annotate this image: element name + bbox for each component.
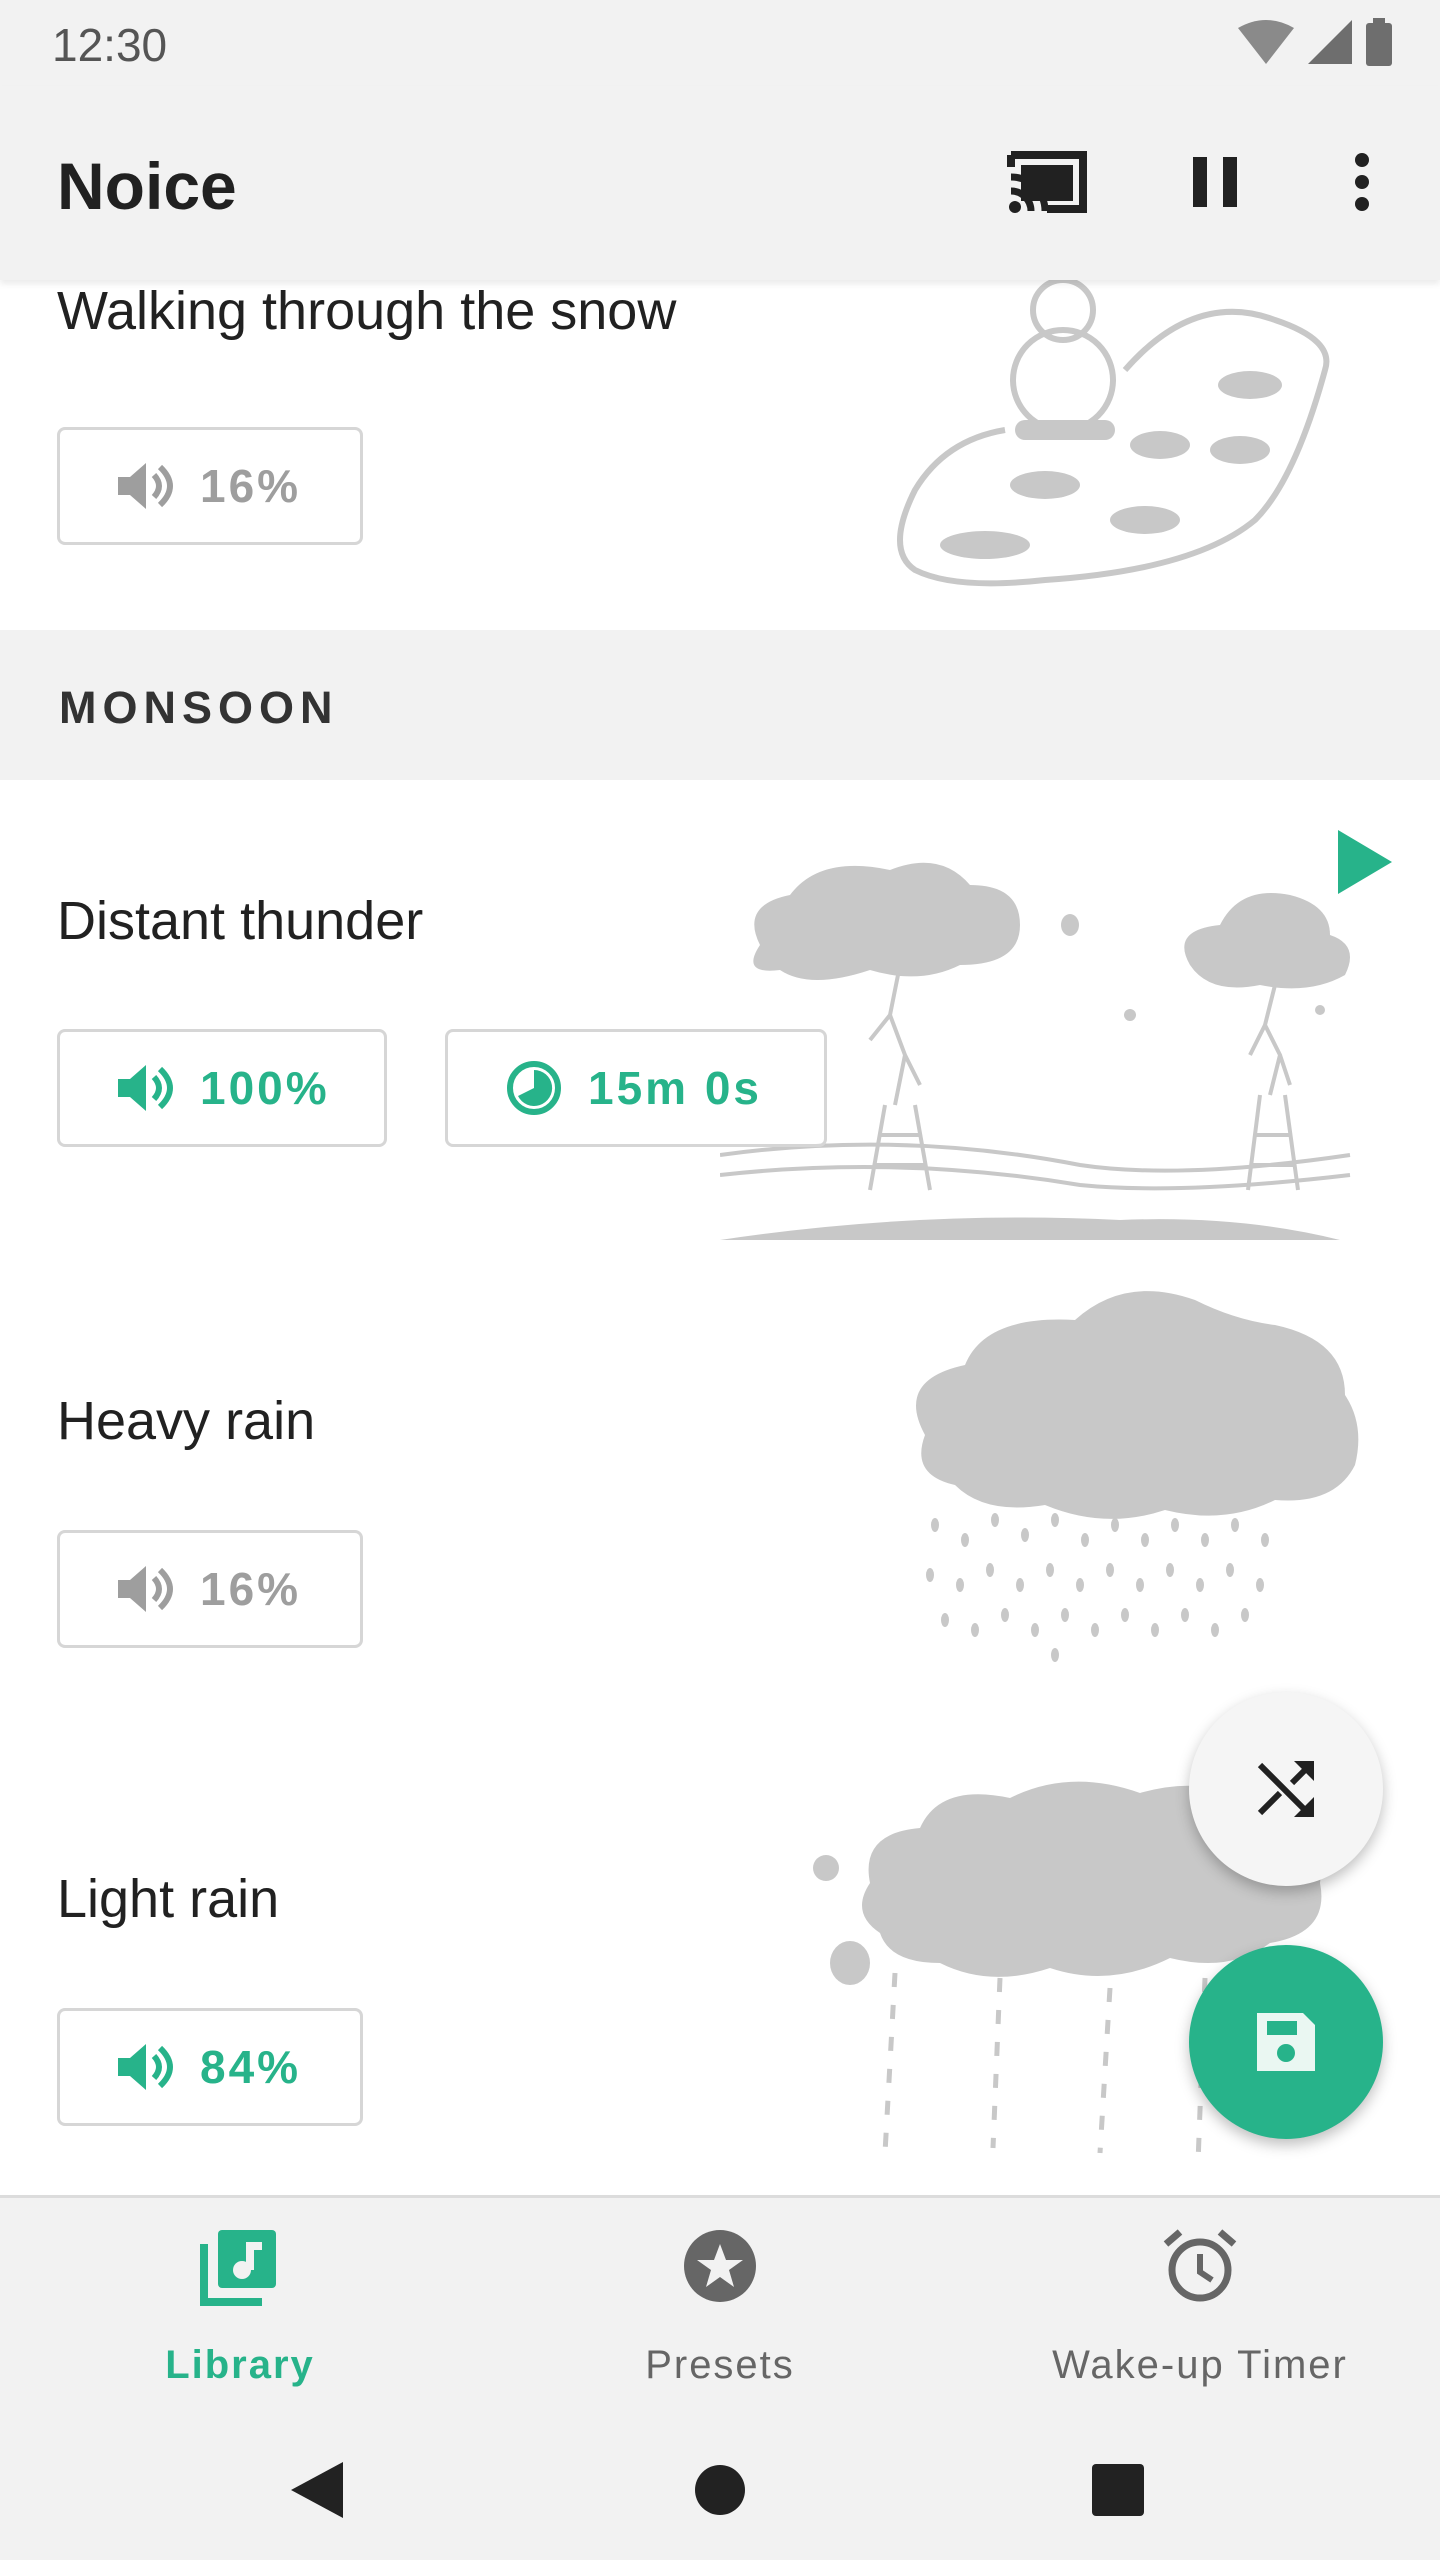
nav-item-library[interactable]: Library (0, 2198, 480, 2413)
signal-icon (1308, 20, 1352, 64)
battery-icon (1366, 18, 1392, 66)
home-button[interactable] (670, 2440, 770, 2540)
play-indicator (1336, 830, 1392, 899)
cast-button[interactable] (999, 134, 1095, 230)
back-button[interactable] (267, 2440, 367, 2540)
sound-name: Distant thunder (57, 891, 424, 951)
pause-icon (1193, 157, 1237, 207)
status-time: 12:30 (52, 19, 168, 71)
sound-name: Walking through the snow (57, 281, 677, 341)
home-icon (695, 2465, 745, 2515)
heavy-rain-illustration (916, 1291, 1359, 1662)
shuffle-icon (1257, 1761, 1314, 1818)
save-icon (1257, 2013, 1315, 2071)
nav-item-presets[interactable]: Presets (480, 2198, 960, 2413)
library-music-icon (200, 2230, 276, 2306)
sound-card-heavy-rain[interactable]: Heavy rain 16% (0, 1240, 1440, 1721)
nav-label: Library (165, 2343, 315, 2387)
volume-button[interactable]: 84% (57, 2008, 363, 2126)
bottom-navigation: Library Presets Wake-up Timer (0, 2195, 1440, 2410)
volume-button[interactable]: 16% (57, 427, 363, 545)
volume-value: 84% (200, 2041, 302, 2093)
cast-icon (1007, 151, 1087, 213)
status-icons (1238, 18, 1392, 66)
nav-label: Presets (645, 2343, 795, 2387)
volume-button[interactable]: 16% (57, 1530, 363, 1648)
volume-icon (118, 463, 173, 509)
nav-label: Wake-up Timer (1052, 2343, 1348, 2387)
save-preset-button[interactable] (1189, 1945, 1383, 2139)
play-icon (1338, 830, 1392, 894)
sound-name: Heavy rain (57, 1391, 316, 1451)
sound-library-list[interactable]: Walking through the snow 16% MONSOON Dis… (0, 280, 1440, 2195)
sound-card-snow[interactable]: Walking through the snow 16% (0, 280, 1440, 633)
timer-button[interactable]: 15m 0s (445, 1029, 827, 1147)
sound-card-distant-thunder[interactable]: Distant thunder 100% 15m 0s (0, 780, 1440, 1243)
system-navigation-bar (0, 2410, 1440, 2560)
sound-name: Light rain (57, 1869, 280, 1929)
status-bar: 12:30 (0, 0, 1440, 86)
volume-value: 16% (200, 460, 302, 512)
star-icon (684, 2230, 756, 2302)
snowman-illustration (897, 280, 1330, 587)
volume-icon (118, 2044, 173, 2090)
alarm-icon (1163, 2229, 1237, 2302)
nav-item-wake-up-timer[interactable]: Wake-up Timer (960, 2198, 1440, 2413)
volume-icon (118, 1566, 173, 1612)
volume-button[interactable]: 100% (57, 1029, 387, 1147)
section-header-monsoon: MONSOON (0, 630, 1440, 783)
timer-icon (507, 1061, 561, 1115)
volume-value: 16% (200, 1563, 302, 1615)
app-title: Noice (57, 149, 237, 223)
timer-value: 15m 0s (588, 1062, 763, 1114)
pause-button[interactable] (1167, 134, 1263, 230)
wifi-icon (1238, 20, 1294, 64)
app-bar: Noice (0, 86, 1440, 280)
more-options-button[interactable] (1314, 134, 1410, 230)
section-title: MONSOON (59, 682, 339, 733)
shuffle-button[interactable] (1189, 1692, 1383, 1886)
volume-value: 100% (200, 1062, 330, 1114)
recents-button[interactable] (1068, 2440, 1168, 2540)
recents-icon (1092, 2464, 1144, 2516)
back-icon (291, 2462, 343, 2518)
volume-icon (118, 1065, 173, 1111)
more-vert-icon (1355, 153, 1369, 211)
